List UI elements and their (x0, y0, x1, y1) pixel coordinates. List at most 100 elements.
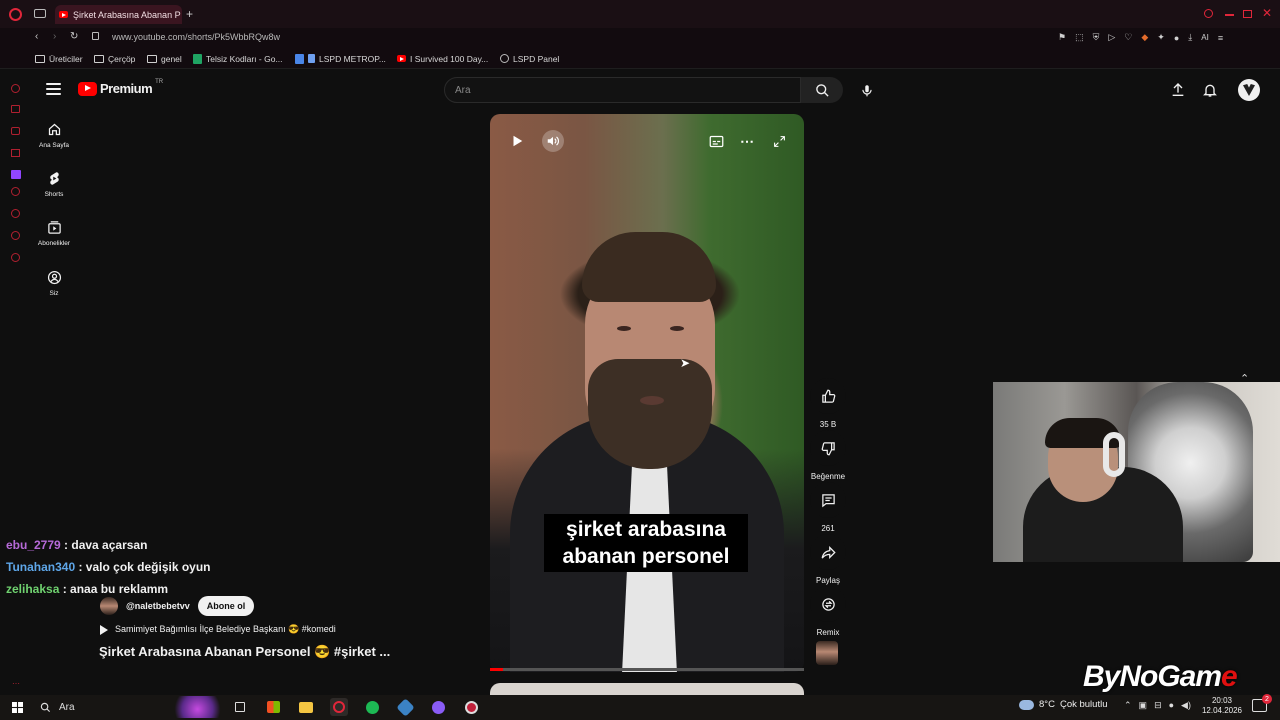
search-input[interactable]: Ara (444, 77, 801, 103)
next-short-preview[interactable] (490, 683, 804, 695)
tray-chevron-icon[interactable]: ⌃ (1124, 700, 1132, 711)
new-tab-button[interactable]: + (186, 7, 193, 21)
download-icon[interactable]: ⤓ (1188, 32, 1192, 43)
tray-volume-icon[interactable]: ◀) (1181, 700, 1191, 711)
dislike-button[interactable]: Beğenme (809, 430, 847, 481)
share-button[interactable]: Paylaş (809, 534, 847, 585)
folder-icon (147, 54, 157, 63)
tray-usb-icon[interactable]: ⊟ (1154, 700, 1162, 711)
snapshot-icon[interactable]: ⬚ (1075, 32, 1084, 43)
ai-icon[interactable]: AI (1201, 32, 1209, 43)
sidebar-item-you[interactable]: Siz (32, 270, 76, 297)
sidebar-settings-icon[interactable] (11, 253, 20, 262)
taskbar-file-explorer[interactable] (297, 698, 315, 716)
bookmark-lspd-metrop[interactable]: LSPD METROP... (295, 48, 386, 69)
video-title[interactable]: Şirket Arabasına Abanan Personel 😎 #şirk… (99, 644, 390, 660)
subscribe-button[interactable]: Abone ol (197, 596, 255, 616)
scroll-up-icon[interactable]: ⌃ (1240, 372, 1249, 385)
browser-tab-active[interactable]: Şirket Arabasına Abanan P (55, 5, 182, 24)
sidebar-more-icon[interactable]: ⋯ (12, 679, 20, 688)
reload-icon[interactable]: ↻ (70, 31, 78, 42)
taskbar-discord[interactable] (429, 698, 447, 716)
forward-icon[interactable]: › (53, 31, 56, 42)
sidebar-item-subscriptions[interactable]: Abonelikler (32, 220, 76, 247)
taskbar-obs[interactable] (462, 698, 480, 716)
video-caption: şirket arabasına abanan personel (544, 514, 748, 572)
avatar[interactable] (1238, 79, 1260, 101)
bookmark-lspd-panel[interactable]: LSPD Panel (500, 48, 559, 69)
sidebar-twitch-icon[interactable] (11, 170, 21, 179)
play-button[interactable] (506, 130, 528, 152)
sidebar-shopping-icon[interactable] (11, 105, 20, 113)
notification-center[interactable]: 2 (1252, 694, 1272, 712)
heart-icon[interactable]: ♡ (1124, 32, 1132, 43)
captions-button[interactable] (705, 130, 727, 152)
short-video-player[interactable]: ⋯ (490, 114, 804, 672)
bookmark-icon[interactable]: ⚑ (1058, 32, 1066, 43)
taskbar-search[interactable]: Ara (32, 697, 172, 717)
voice-search-button[interactable] (853, 77, 880, 103)
bookmark-i-survived[interactable]: I Survived 100 Day... (397, 48, 488, 69)
bookmark-ureticiler[interactable]: Üreticiler (35, 48, 83, 69)
upload-button[interactable] (1170, 82, 1186, 103)
fullscreen-button[interactable] (768, 130, 790, 152)
clock[interactable]: 20:03 12.04.2026 (1200, 696, 1244, 716)
extensions-icon[interactable]: ✦ (1157, 32, 1165, 43)
sidebar-item-shorts[interactable]: Shorts (32, 171, 76, 198)
profile-icon[interactable]: ● (1174, 32, 1179, 43)
watermark-text: ByNoGam (1083, 660, 1222, 693)
remix-button[interactable]: Remix (809, 586, 847, 637)
opera-logo-icon[interactable] (9, 8, 22, 21)
play-icon[interactable]: ▷ (1108, 32, 1115, 43)
search-button[interactable] (801, 77, 843, 103)
url-field[interactable]: www.youtube.com/shorts/Pk5WbbRQw8w (112, 32, 280, 42)
task-view-button[interactable] (231, 698, 249, 716)
taskbar-spotify[interactable] (363, 698, 381, 716)
taskbar-app-blue[interactable] (395, 697, 415, 717)
sidebar-opera-icon[interactable] (11, 84, 20, 93)
bookmark-genel[interactable]: genel (147, 48, 182, 69)
shield-icon[interactable]: ⛨ (1093, 32, 1100, 43)
like-button[interactable]: 35 B (809, 378, 847, 429)
spotify-icon (365, 700, 379, 714)
shorts-icon (49, 172, 59, 185)
video-description[interactable]: Samimiyet Bağımlısı İlçe Belediye Başkan… (100, 624, 336, 635)
caption-line-2: abanan personel (562, 545, 730, 568)
more-options-button[interactable]: ⋯ (736, 130, 758, 152)
channel-handle[interactable]: @naletbebetvv (126, 601, 190, 611)
maximize-button[interactable] (1243, 10, 1252, 18)
notifications-button[interactable] (1202, 82, 1218, 103)
bookmark-telsiz[interactable]: Telsiz Kodları - Go... (193, 48, 283, 69)
sheets-icon (193, 53, 202, 64)
video-progress-bar[interactable] (490, 668, 804, 671)
sidebar-item-home[interactable]: Ana Sayfa (32, 122, 76, 149)
extension-fox-icon[interactable]: ◆ (1141, 32, 1148, 43)
sidebar-news-icon[interactable] (11, 149, 20, 157)
docs-icon (295, 53, 304, 64)
close-window-button[interactable]: ✕ (1262, 6, 1272, 20)
minimize-button[interactable] (1225, 14, 1234, 16)
tray-mic-icon[interactable]: ● (1169, 700, 1174, 711)
bookmark-label: Çerçöp (108, 53, 136, 64)
tray-app-icon[interactable]: ▣ (1139, 700, 1148, 711)
sidebar-messenger-icon[interactable] (11, 127, 20, 135)
channel-thumbnail[interactable] (816, 641, 838, 665)
sidebar-pinboard-icon[interactable] (11, 231, 20, 240)
volume-button[interactable] (542, 130, 564, 152)
hamburger-menu-icon[interactable] (46, 83, 61, 95)
comments-button[interactable]: 261 (809, 482, 847, 533)
bookmark-cercop[interactable]: Çerçöp (94, 48, 135, 69)
sidebar-player-icon[interactable] (11, 187, 20, 196)
taskbar-store[interactable] (264, 698, 282, 716)
taskbar-opera[interactable] (330, 698, 348, 716)
sidebar-history-icon[interactable] (11, 209, 20, 218)
menu-icon[interactable]: ≡ (1218, 32, 1223, 43)
tab-manager-icon[interactable] (34, 9, 46, 18)
app-icon (395, 697, 415, 717)
search-tabs-icon[interactable] (1204, 9, 1213, 18)
start-button[interactable] (8, 698, 26, 716)
channel-avatar[interactable] (100, 597, 118, 615)
back-icon[interactable]: ‹ (35, 31, 38, 42)
weather-widget[interactable]: 8°C Çok bulutlu (1019, 699, 1107, 710)
youtube-logo[interactable]: Premium TR (78, 79, 163, 96)
